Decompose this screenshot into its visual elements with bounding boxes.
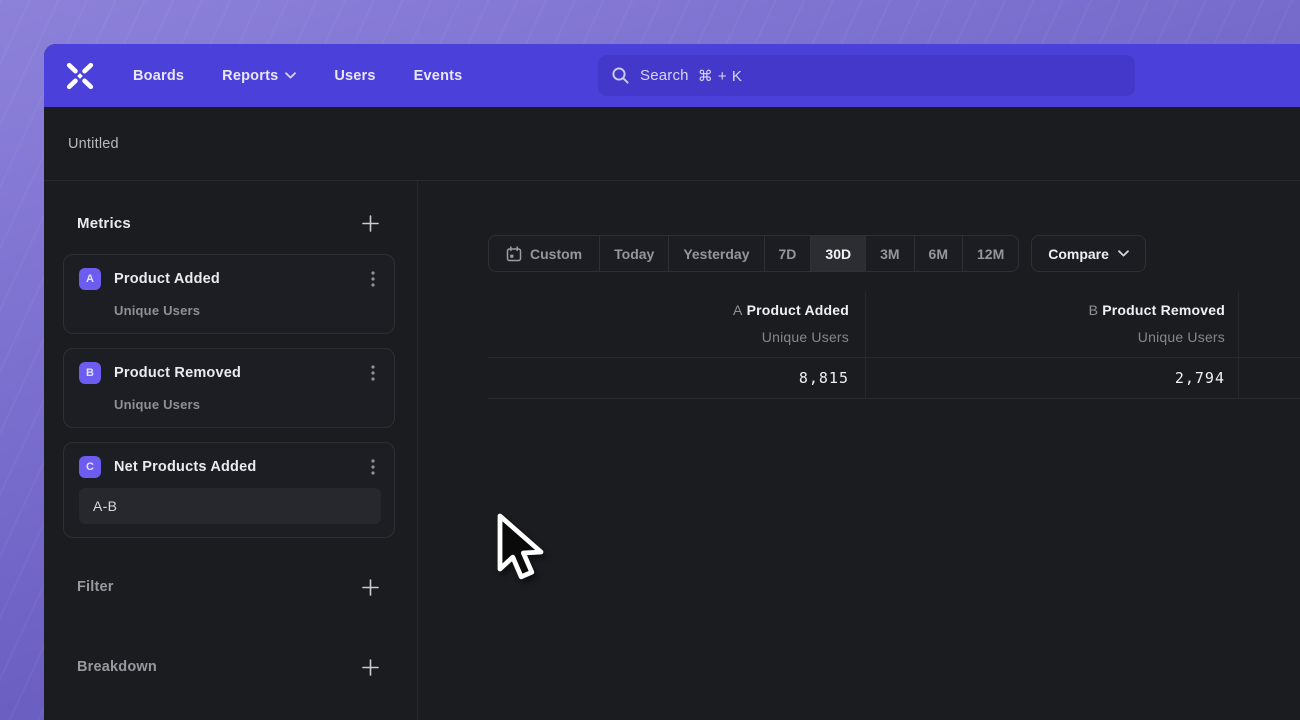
metrics-section-header: Metrics — [77, 211, 379, 235]
date-option-label: Yesterday — [683, 246, 749, 262]
date-option-custom[interactable]: Custom — [489, 236, 600, 271]
mixpanel-logo-icon[interactable] — [60, 58, 100, 94]
table-divider — [488, 357, 1300, 358]
date-option-label: Today — [614, 246, 654, 262]
formula-value: A-B — [93, 498, 117, 514]
metric-card-b[interactable]: B Product Removed Unique Users — [63, 348, 395, 428]
nav-item-reports[interactable]: Reports — [222, 68, 296, 84]
table-column-divider — [865, 292, 866, 398]
date-range-picker: Custom Today Yesterday 7D 30D — [488, 235, 1019, 272]
metric-letter-badge: B — [79, 362, 101, 384]
search-icon — [611, 66, 630, 85]
metric-card-a[interactable]: A Product Added Unique Users — [63, 254, 395, 334]
date-option-7d[interactable]: 7D — [765, 236, 812, 271]
filter-section-title: Filter — [77, 579, 114, 595]
search-shortcut: ⌘ + K — [698, 67, 743, 85]
metric-name: Product Added — [114, 271, 220, 287]
document-header: Untitled — [44, 107, 1300, 181]
report-panel: Custom Today Yesterday 7D 30D — [418, 181, 1300, 720]
nav-item-label: Boards — [133, 68, 184, 84]
date-option-label: 6M — [929, 246, 948, 262]
date-option-yesterday[interactable]: Yesterday — [669, 236, 764, 271]
nav-item-label: Events — [414, 68, 463, 84]
metric-name: Net Products Added — [114, 459, 256, 475]
date-option-label: 3M — [880, 246, 899, 262]
metrics-section-title: Metrics — [77, 215, 131, 232]
date-option-label: 12M — [977, 246, 1004, 262]
table-cell-value: 2,794 — [418, 369, 1225, 387]
date-option-today[interactable]: Today — [600, 236, 669, 271]
add-metric-button[interactable] — [362, 215, 379, 232]
calendar-icon — [506, 246, 522, 262]
content: Metrics A Product Added Unique Users B P… — [44, 181, 1300, 720]
nav-item-label: Reports — [222, 68, 278, 84]
search-placeholder: Search — [640, 67, 689, 84]
date-range-controls: Custom Today Yesterday 7D 30D — [488, 235, 1146, 272]
date-option-3m[interactable]: 3M — [866, 236, 914, 271]
formula-input[interactable]: A-B — [79, 488, 381, 524]
nav-item-users[interactable]: Users — [334, 68, 375, 84]
date-option-30d-selected[interactable]: 30D — [811, 236, 866, 271]
top-nav: Boards Reports Users Events — [44, 44, 1300, 107]
breakdown-section-header: Breakdown — [77, 655, 379, 679]
date-option-12m[interactable]: 12M — [963, 236, 1018, 271]
metric-aggregation[interactable]: Unique Users — [114, 397, 200, 412]
app-window: Boards Reports Users Events — [44, 44, 1300, 720]
nav-item-label: Users — [334, 68, 375, 84]
breakdown-section-title: Breakdown — [77, 659, 157, 675]
nav-item-events[interactable]: Events — [414, 68, 463, 84]
chevron-down-icon — [1118, 250, 1129, 257]
date-option-label: Custom — [530, 246, 582, 262]
chevron-down-icon — [285, 72, 296, 79]
add-filter-button[interactable] — [362, 579, 379, 596]
filter-section-header: Filter — [77, 575, 379, 599]
metric-menu-button[interactable] — [365, 458, 381, 476]
table-divider — [488, 398, 1300, 399]
table-column-divider — [1238, 292, 1239, 398]
nav-items: Boards Reports Users Events — [133, 68, 462, 84]
table-column-subheader: Unique Users — [418, 329, 1225, 345]
nav-item-boards[interactable]: Boards — [133, 68, 184, 84]
document-title[interactable]: Untitled — [68, 136, 119, 152]
add-breakdown-button[interactable] — [362, 659, 379, 676]
compare-label: Compare — [1048, 246, 1109, 262]
metric-aggregation[interactable]: Unique Users — [114, 303, 200, 318]
search-input[interactable]: Search ⌘ + K — [598, 55, 1135, 96]
date-option-label: 30D — [825, 246, 851, 262]
metric-letter-badge: C — [79, 456, 101, 478]
metric-name: Product Removed — [114, 365, 241, 381]
date-option-6m[interactable]: 6M — [915, 236, 963, 271]
compare-button[interactable]: Compare — [1031, 235, 1146, 272]
metric-menu-button[interactable] — [365, 364, 381, 382]
table-column-header: BProduct Removed — [418, 302, 1225, 318]
metric-menu-button[interactable] — [365, 270, 381, 288]
metric-letter: B — [1089, 302, 1099, 318]
metric-name: Product Removed — [1102, 302, 1225, 318]
query-sidebar: Metrics A Product Added Unique Users B P… — [44, 181, 418, 720]
metric-card-c[interactable]: C Net Products Added A-B — [63, 442, 395, 538]
date-option-label: 7D — [779, 246, 797, 262]
metric-letter-badge: A — [79, 268, 101, 290]
